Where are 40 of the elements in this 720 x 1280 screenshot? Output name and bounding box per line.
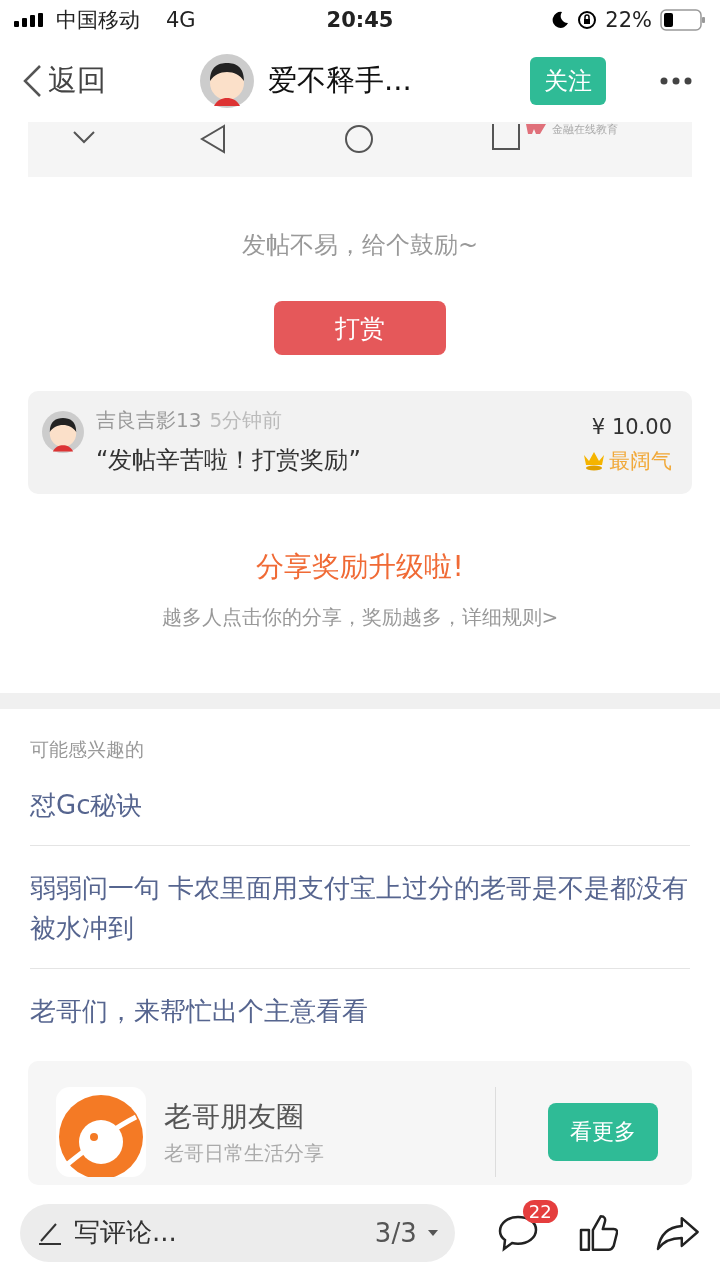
back-button[interactable]: 返回	[22, 61, 106, 101]
logo-text: 金融在线教育	[552, 122, 618, 137]
chevron-left-icon	[22, 64, 42, 98]
logo-icon	[524, 124, 548, 134]
comment-count-badge: 22	[522, 1199, 558, 1223]
page-indicator[interactable]: 3/3	[374, 1217, 417, 1248]
page-title: 爱不释手...	[268, 62, 412, 99]
circle-icon	[344, 124, 374, 154]
triangle-back-icon	[200, 124, 226, 154]
reward-button[interactable]: 打赏	[274, 301, 446, 355]
crown-icon	[583, 450, 605, 471]
share-icon[interactable]	[656, 1214, 700, 1251]
tip-rank-label: 最阔气	[609, 447, 672, 475]
share-title: 分享奖励升级啦!	[255, 549, 465, 585]
battery-percent: 22%	[605, 8, 652, 32]
reward-prompt: 发帖不易，给个鼓励~	[240, 230, 480, 262]
share-rules-link[interactable]: 越多人点击你的分享，奖励越多，详细规则>	[0, 604, 720, 631]
thumbs-up-icon[interactable]	[578, 1213, 619, 1252]
clock: 20:45	[326, 8, 394, 32]
avatar-icon	[200, 54, 254, 108]
tip-message: “发帖辛苦啦！打赏奖励”	[96, 444, 361, 476]
carrier: 中国移动	[56, 7, 140, 34]
comment-field[interactable]: 写评论... 3/3	[20, 1203, 455, 1262]
tip-amount: ¥ 10.00	[591, 414, 672, 439]
tipper-name: 吉良吉影13	[96, 406, 202, 434]
planet-icon	[56, 1087, 146, 1177]
network-type: 4G	[166, 8, 196, 32]
promo-subtitle: 老哥日常生活分享	[164, 1139, 324, 1167]
section-heading: 可能感兴趣的	[30, 737, 145, 762]
battery-icon	[660, 9, 706, 31]
more-icon[interactable]	[660, 77, 692, 85]
related-post-link[interactable]: 老哥们，来帮忙出个主意看看	[30, 969, 690, 1051]
avatar-icon	[42, 410, 84, 453]
promo-name: 老哥朋友圈	[164, 1098, 305, 1135]
caret-icon	[426, 1228, 439, 1237]
moon-icon	[551, 11, 570, 29]
related-post-link[interactable]: 弱弱问一句 卡农里面用支付宝上过分的老哥是不是都没有被水冲到	[30, 846, 690, 969]
rotation-lock-icon	[577, 10, 598, 30]
chevron-down-icon	[72, 130, 96, 144]
related-post-link[interactable]: 怼Gc秘诀	[30, 763, 690, 846]
